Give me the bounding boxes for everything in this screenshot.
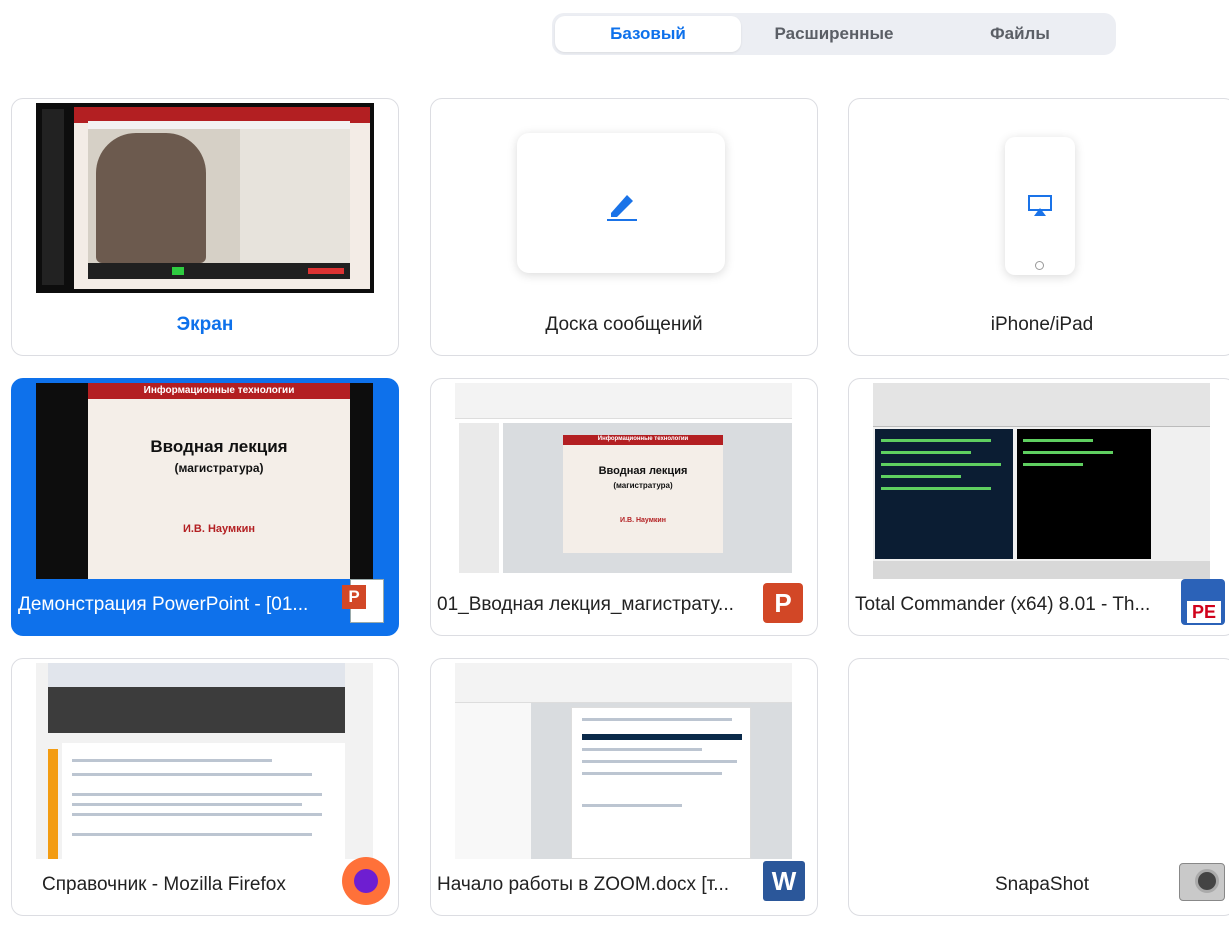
home-button-icon	[1035, 261, 1044, 270]
side-banner	[48, 749, 58, 859]
ppt-file-thumbnail: Информационные технологии Вводная лекция…	[455, 383, 792, 579]
total-commander-thumbnail	[873, 383, 1210, 579]
share-option-powerpoint-file[interactable]: Информационные технологии Вводная лекция…	[430, 378, 818, 636]
meeting-controls-bar	[88, 263, 350, 279]
slide-title: Вводная лекция	[150, 437, 288, 456]
slide-subtitle: (магистратура)	[613, 481, 673, 490]
toolbar	[873, 383, 1210, 427]
word-thumbnail	[455, 663, 792, 859]
taskbar	[42, 109, 64, 285]
firefox-thumbnail	[36, 663, 373, 859]
share-option-word[interactable]: Начало работы в ZOOM.docx [т... W	[430, 658, 818, 916]
slide-preview: Информационные технологии Вводная лекция…	[88, 383, 350, 579]
person-figure	[96, 133, 206, 263]
navigation-pane	[455, 703, 531, 859]
ribbon	[455, 663, 792, 703]
slide-author: И.В. Наумкин	[620, 517, 666, 524]
slide-header-text: Информационные технологии	[597, 436, 689, 442]
share-tabs: Базовый Расширенные Файлы	[552, 13, 1116, 55]
powerpoint-file-icon: P	[340, 575, 390, 627]
slide-header-text: Информационные технологии	[143, 385, 295, 396]
airplay-icon	[1028, 195, 1052, 216]
share-option-powerpoint-show[interactable]: Информационные технологии Вводная лекция…	[11, 378, 399, 636]
slide-title: Вводная лекция	[598, 465, 688, 477]
iphone-label: iPhone/iPad	[990, 314, 1094, 335]
tab-files[interactable]: Файлы	[927, 16, 1113, 52]
left-panel	[875, 429, 1013, 559]
whiteboard-label: Доска сообщений	[545, 314, 703, 335]
share-option-snapashot[interactable]: SnapaShot	[848, 658, 1229, 916]
pen-icon	[607, 195, 637, 221]
share-option-whiteboard[interactable]: Доска сообщений	[430, 98, 818, 356]
slide-subtitle: (магистратура)	[174, 461, 264, 475]
end-control	[308, 268, 344, 274]
screen-thumbnail	[36, 103, 374, 293]
floppy-pe-icon: PE	[1177, 575, 1227, 627]
right-panel	[1017, 429, 1151, 559]
share-option-iphone[interactable]: iPhone/iPad	[848, 98, 1229, 356]
phone-tile	[1005, 137, 1075, 275]
slide-author: И.В. Наумкин	[182, 523, 256, 535]
share-control-icon	[172, 267, 184, 275]
whiteboard-tile	[517, 133, 725, 273]
slides-panel	[459, 423, 499, 573]
tab-advanced[interactable]: Расширенные	[741, 16, 927, 52]
firefox-icon	[340, 855, 390, 907]
window-titlebar	[88, 121, 350, 129]
share-screen-window: Базовый Расширенные Файлы Экран Доска со…	[0, 0, 1229, 925]
room-wall	[240, 129, 350, 263]
share-option-screen[interactable]: Экран	[11, 98, 399, 356]
tab-basic[interactable]: Базовый	[555, 16, 741, 52]
site-header	[48, 687, 345, 733]
word-icon: W	[759, 855, 809, 907]
total-commander-label: Total Commander (x64) 8.01 - Th...	[855, 594, 1151, 615]
slide-preview: Информационные технологии Вводная лекция…	[563, 435, 723, 553]
document-page	[571, 707, 751, 859]
share-option-firefox[interactable]: Справочник - Mozilla Firefox	[11, 658, 399, 916]
powerpoint-icon: P	[759, 575, 809, 627]
page-content	[62, 743, 345, 859]
snapashot-label: SnapaShot	[994, 874, 1090, 895]
ppt-show-thumbnail: Информационные технологии Вводная лекция…	[36, 383, 373, 579]
share-option-total-commander[interactable]: Total Commander (x64) 8.01 - Th... PE	[848, 378, 1229, 636]
camera-icon	[1177, 855, 1227, 907]
ribbon	[455, 383, 792, 419]
function-key-bar	[873, 561, 1210, 579]
screen-label: Экран	[176, 314, 234, 335]
browser-toolbar	[48, 663, 345, 687]
